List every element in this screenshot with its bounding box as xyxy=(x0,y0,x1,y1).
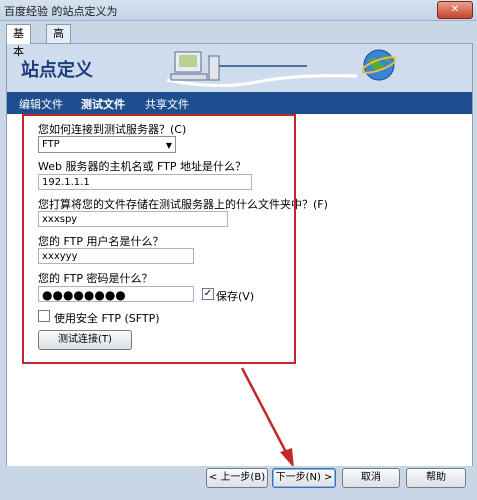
connect-method-select[interactable]: FTP ▼ xyxy=(38,136,176,153)
chevron-down-icon: ▼ xyxy=(165,141,172,150)
nav-testing-files[interactable]: 测试文件 xyxy=(81,96,125,112)
next-button[interactable]: 下一步(N) > xyxy=(272,468,336,488)
help-button[interactable]: 帮助 xyxy=(406,468,466,488)
sftp-checkbox[interactable] xyxy=(38,310,50,322)
footer-bar: < 上一步(B) 下一步(N) > 取消 帮助 xyxy=(0,466,477,500)
close-icon: ✕ xyxy=(450,4,460,15)
banner-title: 站点定义 xyxy=(21,60,93,81)
username-label: 您的 FTP 用户名是什么？ xyxy=(38,235,164,248)
save-password-label: 保存(V) xyxy=(216,290,255,303)
connect-method-value: FTP xyxy=(42,139,60,150)
folder-label: 您打算将您的文件存储在测试服务器上的什么文件夹中？(F) xyxy=(38,198,328,211)
watermark-logo: Bai 经验 xyxy=(388,434,463,455)
host-input[interactable]: 192.1.1.1 xyxy=(38,174,252,190)
folder-input[interactable]: xxxspy xyxy=(38,211,228,227)
tab-basic[interactable]: 基本 xyxy=(6,24,31,58)
password-input[interactable]: ●●●●●●●● xyxy=(38,286,194,302)
host-label: Web 服务器的主机名或 FTP 地址是什么？ xyxy=(38,160,246,173)
close-button[interactable]: ✕ xyxy=(437,1,473,19)
globe-icon xyxy=(362,49,396,81)
nav-edit-files[interactable]: 编辑文件 xyxy=(19,96,63,112)
title-bar: 百度经验 的站点定义为 ✕ xyxy=(0,0,477,21)
step-nav: 编辑文件 测试文件 共享文件 xyxy=(7,92,472,114)
back-button[interactable]: < 上一步(B) xyxy=(206,468,268,488)
sftp-label: 使用安全 FTP (SFTP) xyxy=(54,312,160,325)
window-title: 百度经验 的站点定义为 xyxy=(4,5,118,18)
nav-shared-files[interactable]: 共享文件 xyxy=(145,96,189,112)
banner: 站点定义 xyxy=(7,44,472,92)
cancel-button[interactable]: 取消 xyxy=(342,468,400,488)
arrow-annotation xyxy=(240,367,294,468)
username-input[interactable]: xxxyyy xyxy=(38,248,194,264)
computer-illustration xyxy=(166,51,358,88)
connect-method-label: 您如何连接到测试服务器？(C) xyxy=(38,123,187,136)
tab-advanced[interactable]: 高级 xyxy=(46,24,71,58)
password-label: 您的 FTP 密码是什么？ xyxy=(38,272,153,285)
save-password-checkbox[interactable]: ✓ xyxy=(202,288,214,300)
test-connection-button[interactable]: 测试连接(T) xyxy=(38,330,132,350)
